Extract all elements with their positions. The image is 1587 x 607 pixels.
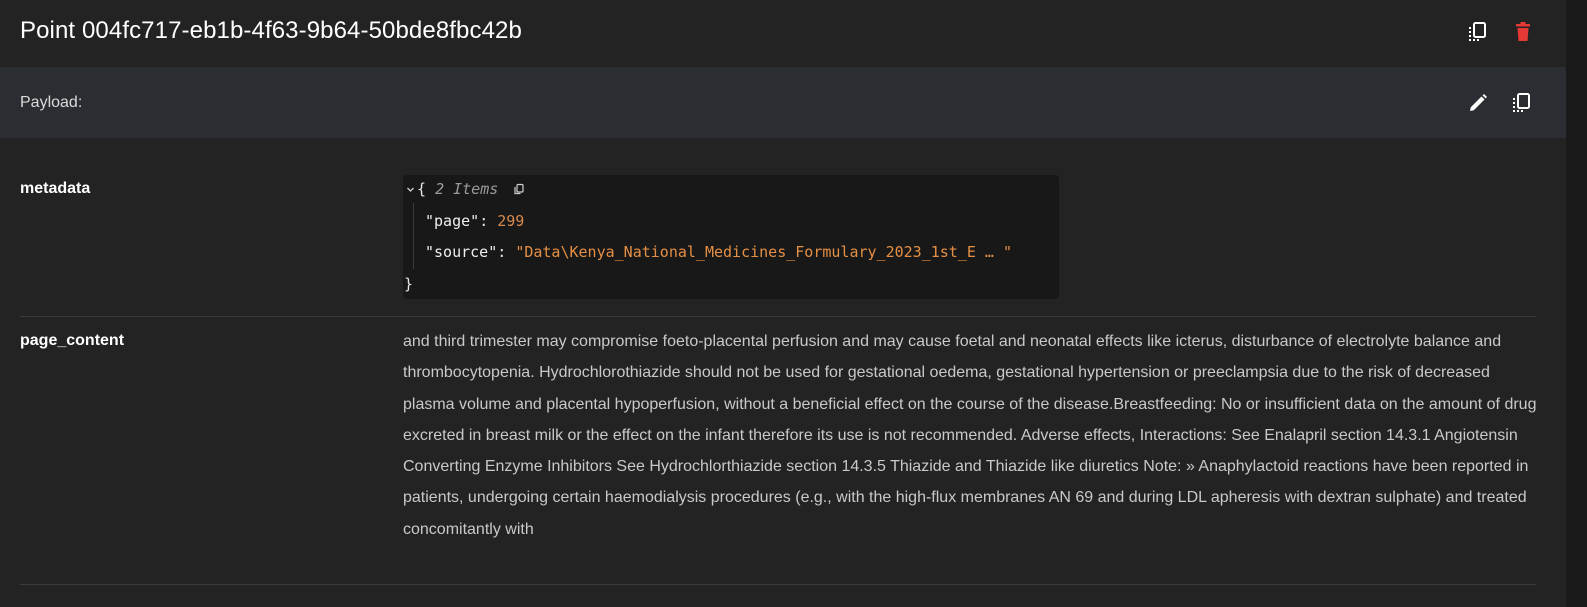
row-divider bbox=[20, 584, 1536, 585]
json-item-source: "source": "Data\Kenya_National_Medicines… bbox=[425, 243, 1012, 261]
json-value: "Data\Kenya_National_Medicines_Formulary… bbox=[515, 243, 1013, 261]
scrollbar-track[interactable] bbox=[1566, 0, 1587, 607]
json-key: "page" bbox=[425, 212, 480, 230]
json-colon: : bbox=[479, 212, 489, 230]
payload-bar: Payload: bbox=[0, 67, 1566, 138]
json-close-brace: } bbox=[404, 275, 414, 293]
copy-point-button[interactable] bbox=[1465, 19, 1491, 45]
json-colon: : bbox=[497, 243, 507, 261]
json-close-line: } bbox=[404, 275, 413, 293]
page-content-value: and third trimester may compromise foeto… bbox=[403, 333, 1537, 538]
copy-icon bbox=[1469, 22, 1486, 41]
json-root-line: { 2 Items bbox=[406, 180, 525, 198]
point-header: Point 004fc717-eb1b-4f63-9b64-50bde8fbc4… bbox=[0, 0, 1566, 67]
edit-payload-button[interactable] bbox=[1465, 90, 1491, 116]
json-item-page: "page": 299 bbox=[425, 212, 524, 230]
copy-icon bbox=[1513, 93, 1530, 112]
json-indent-guide bbox=[413, 203, 414, 269]
json-item-count: 2 Items bbox=[435, 180, 499, 198]
row-divider bbox=[20, 316, 1536, 317]
pencil-icon bbox=[1470, 94, 1487, 111]
delete-point-button[interactable] bbox=[1510, 19, 1536, 45]
payload-label: Payload: bbox=[20, 94, 83, 111]
point-card: Point 004fc717-eb1b-4f63-9b64-50bde8fbc4… bbox=[0, 0, 1566, 607]
metadata-key: metadata bbox=[20, 180, 91, 197]
point-title: Point 004fc717-eb1b-4f63-9b64-50bde8fbc4… bbox=[20, 17, 522, 44]
json-open-brace: { bbox=[417, 180, 427, 198]
copy-icon bbox=[514, 183, 524, 195]
json-copy-button[interactable] bbox=[513, 180, 525, 198]
chevron-down-icon[interactable] bbox=[406, 180, 417, 198]
metadata-json-viewer: { 2 Items "page": 299 "source": "Data\Ke… bbox=[403, 175, 1059, 299]
page-content-key: page_content bbox=[20, 332, 125, 349]
json-key: "source" bbox=[425, 243, 498, 261]
copy-payload-button[interactable] bbox=[1509, 90, 1535, 116]
trash-icon bbox=[1516, 22, 1530, 41]
json-value: 299 bbox=[497, 212, 525, 230]
